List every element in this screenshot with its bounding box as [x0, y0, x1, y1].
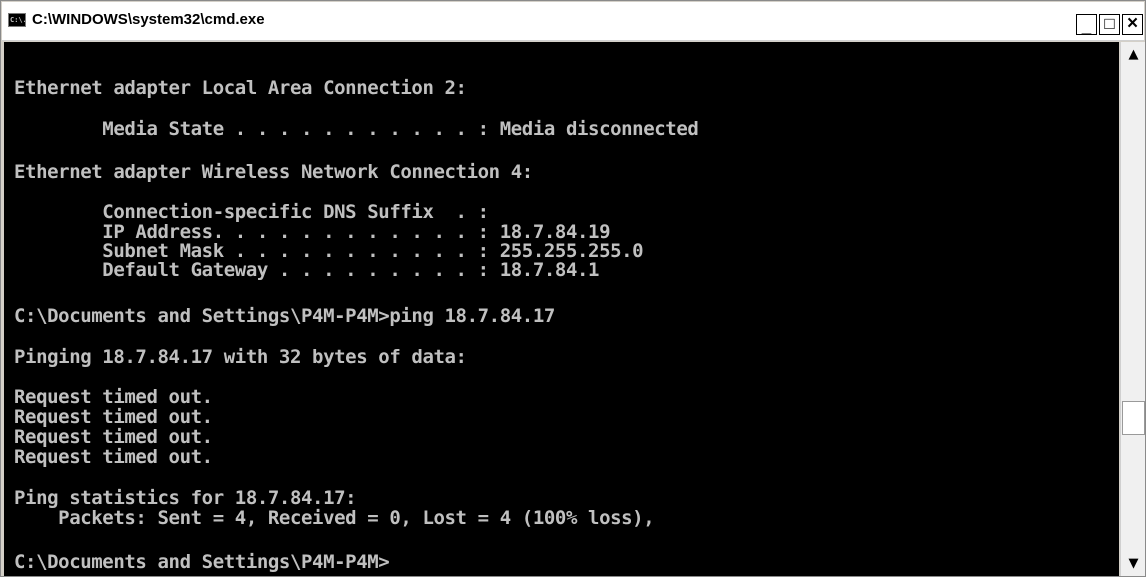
- console-line: Default Gateway . . . . . . . . . : 18.7…: [14, 259, 600, 281]
- minimize-icon: _: [1081, 17, 1092, 36]
- scroll-up-arrow-icon[interactable]: ▲: [1122, 42, 1145, 67]
- console-line: C:\Documents and Settings\P4M-P4M>ping 1…: [14, 305, 555, 327]
- console-line: Request timed out.: [14, 446, 213, 468]
- console-line: Media State . . . . . . . . . . . : Medi…: [14, 118, 699, 140]
- scroll-down-arrow-icon[interactable]: ▼: [1122, 551, 1145, 576]
- console-line: Packets: Sent = 4, Received = 0, Lost = …: [14, 507, 655, 529]
- console-line: Request timed out.: [14, 386, 213, 408]
- console-line: Request timed out.: [14, 406, 213, 428]
- console-output[interactable]: Ethernet adapter Local Area Connection 2…: [4, 42, 1119, 576]
- console-line: Pinging 18.7.84.17 with 32 bytes of data…: [14, 346, 467, 368]
- console-line: Request timed out.: [14, 426, 213, 448]
- vertical-scrollbar[interactable]: ▲ ▼: [1120, 42, 1145, 576]
- scrollbar-thumb[interactable]: [1122, 401, 1145, 435]
- console-line: Subnet Mask . . . . . . . . . . . : 255.…: [14, 240, 644, 262]
- cmd-window: C:\. C:\WINDOWS\system32\cmd.exe _ □ × E…: [0, 0, 1146, 577]
- close-button[interactable]: ×: [1122, 14, 1143, 35]
- console-line: Connection-specific DNS Suffix . :: [14, 201, 489, 223]
- console-line: Ethernet adapter Local Area Connection 2…: [14, 77, 467, 99]
- minimize-button[interactable]: _: [1076, 14, 1097, 36]
- maximize-button[interactable]: □: [1099, 14, 1120, 35]
- maximize-icon: □: [1104, 14, 1115, 33]
- console-prompt: C:\Documents and Settings\P4M-P4M>: [14, 551, 390, 573]
- console-line: Ping statistics for 18.7.84.17:: [14, 487, 357, 509]
- window-title: C:\WINDOWS\system32\cmd.exe: [32, 11, 265, 28]
- console-line: Ethernet adapter Wireless Network Connec…: [14, 161, 533, 183]
- console-line: IP Address. . . . . . . . . . . . : 18.7…: [14, 221, 611, 243]
- console-icon[interactable]: C:\.: [8, 13, 26, 27]
- title-bar[interactable]: C:\. C:\WINDOWS\system32\cmd.exe _ □ ×: [2, 2, 1144, 41]
- close-icon: ×: [1126, 13, 1139, 34]
